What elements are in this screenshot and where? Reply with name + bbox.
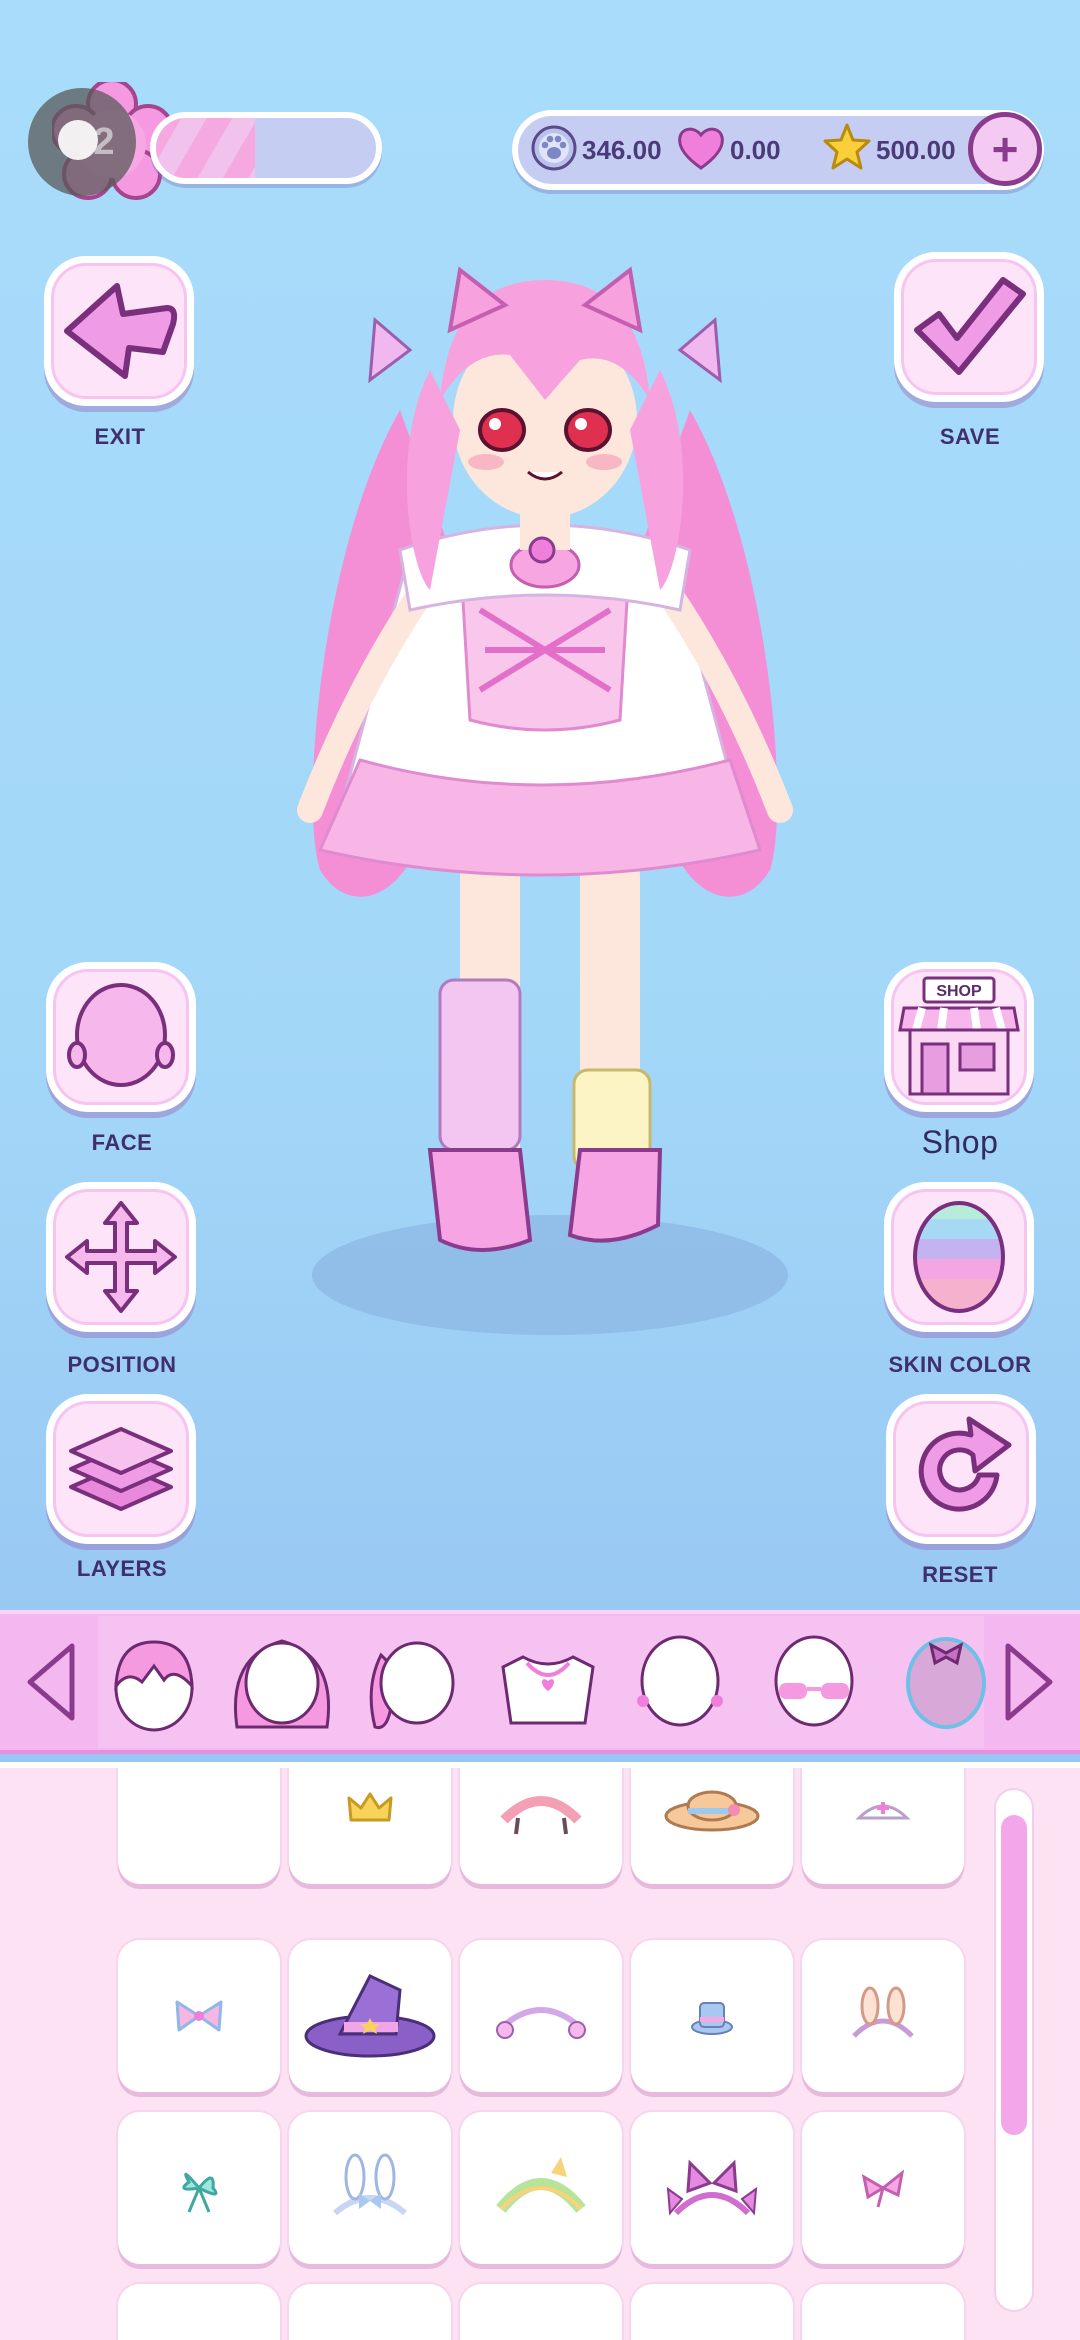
face-icon — [67, 983, 175, 1087]
checkmark-icon — [914, 277, 1026, 375]
save-button[interactable] — [894, 252, 1044, 402]
star-icon — [822, 122, 871, 170]
item-row4-4[interactable] — [631, 2284, 793, 2340]
back-arrow-icon — [64, 283, 178, 379]
item-bow-clip[interactable] — [802, 2112, 964, 2264]
sun-hat-icon — [664, 1790, 760, 1832]
heart-value: 0.00 — [730, 135, 781, 165]
reset-label: RESET — [922, 1562, 998, 1587]
paw-coin-value: 346.00 — [582, 135, 662, 165]
item-bow-pink[interactable] — [118, 1940, 280, 2092]
position-label: POSITION — [67, 1352, 177, 1377]
shop-icon: SHOP — [898, 976, 1020, 1096]
item-ribbon-mint[interactable] — [118, 2112, 280, 2264]
rainbow-head-icon — [913, 1201, 1005, 1313]
item-green-headband[interactable] — [460, 2112, 622, 2264]
exit-label: EXIT — [94, 424, 146, 449]
hair-back-icon — [234, 1639, 330, 1729]
headband-icon — [500, 1796, 582, 1835]
star-value: 500.00 — [876, 135, 956, 165]
paw-coin-icon — [530, 124, 577, 171]
bow-icon — [175, 2000, 223, 2032]
character-doll[interactable] — [280, 250, 810, 1340]
category-next-button[interactable] — [998, 1640, 1058, 1729]
item-empty[interactable] — [118, 1768, 280, 1884]
item-bunny-bow-band[interactable] — [289, 2112, 451, 2264]
item-nurse-cap[interactable] — [802, 1768, 964, 1884]
category-glasses[interactable] — [758, 1626, 870, 1738]
skin-color-button[interactable] — [884, 1182, 1034, 1332]
witch-hat-icon — [304, 1974, 436, 2058]
headwear-icon — [906, 1637, 986, 1729]
crown-icon — [347, 1792, 393, 1822]
category-hair-front[interactable] — [98, 1626, 210, 1738]
item-flower-tiara[interactable] — [460, 1940, 622, 2092]
shop-label: Shop — [921, 1124, 999, 1160]
bow-clip-icon — [861, 2169, 905, 2208]
face-button[interactable] — [46, 962, 196, 1112]
bunny-ears-icon — [852, 1986, 914, 2038]
necklace-icon — [501, 1655, 595, 1725]
xp-progress-fill — [156, 118, 255, 178]
category-prev-button[interactable] — [22, 1640, 82, 1729]
item-row4-3[interactable] — [460, 2284, 622, 2340]
exit-button[interactable] — [44, 256, 194, 406]
layers-button[interactable] — [46, 1394, 196, 1544]
reset-button[interactable] — [886, 1394, 1036, 1544]
earrings-icon — [637, 1635, 723, 1727]
item-cat-ears-band[interactable] — [631, 2112, 793, 2264]
face-label: FACE — [91, 1130, 153, 1155]
item-crown[interactable] — [289, 1768, 451, 1884]
layers-label: LAYERS — [76, 1556, 168, 1581]
xp-progress-bar — [150, 112, 382, 184]
ribbon-icon — [182, 2172, 218, 2213]
cat-ears-icon — [666, 2159, 758, 2216]
shop-button[interactable]: SHOP — [884, 962, 1034, 1112]
glasses-icon — [774, 1635, 854, 1727]
level-badge[interactable]: 2 — [28, 88, 136, 196]
item-row4-1[interactable] — [118, 2284, 280, 2340]
item-witch-hat[interactable] — [289, 1940, 451, 2092]
position-button[interactable] — [46, 1182, 196, 1332]
category-headwear[interactable] — [890, 1626, 1002, 1738]
heart-icon — [676, 124, 724, 170]
item-panel — [0, 1762, 1080, 2340]
reset-arrow-icon — [918, 1416, 1012, 1512]
item-headband-bows[interactable] — [460, 1768, 622, 1884]
item-row4-5[interactable] — [802, 2284, 964, 2340]
item-row4-2[interactable] — [289, 2284, 451, 2340]
nurse-cap-icon — [855, 1802, 911, 1820]
item-mini-top-hat[interactable] — [631, 1940, 793, 2092]
category-hair-side[interactable] — [356, 1626, 468, 1738]
bunny-band-icon — [333, 2153, 407, 2216]
mini-hat-icon — [691, 2002, 733, 2035]
category-hair-back[interactable] — [226, 1626, 338, 1738]
save-label: SAVE — [939, 424, 1001, 449]
shop-sign-text: SHOP — [936, 983, 982, 1000]
skin-color-label: SKIN COLOR — [888, 1352, 1032, 1377]
hair-front-icon — [114, 1640, 194, 1732]
arrow-right-icon — [1005, 1643, 1053, 1721]
arrow-left-icon — [27, 1643, 75, 1721]
add-currency-button[interactable]: + — [968, 112, 1042, 186]
hair-side-icon — [369, 1641, 455, 1730]
level-number: 2 — [93, 120, 115, 163]
category-earrings[interactable] — [624, 1626, 736, 1738]
layers-icon — [69, 1427, 173, 1511]
flower-tiara-icon — [496, 2007, 586, 2039]
item-bunny-ears-band[interactable] — [802, 1940, 964, 2092]
item-scrollbar-thumb[interactable] — [1001, 1815, 1027, 2135]
green-headband-icon — [496, 2157, 586, 2213]
item-sun-hat[interactable] — [631, 1768, 793, 1884]
category-necklace[interactable] — [492, 1626, 604, 1738]
move-arrows-icon — [65, 1201, 177, 1313]
